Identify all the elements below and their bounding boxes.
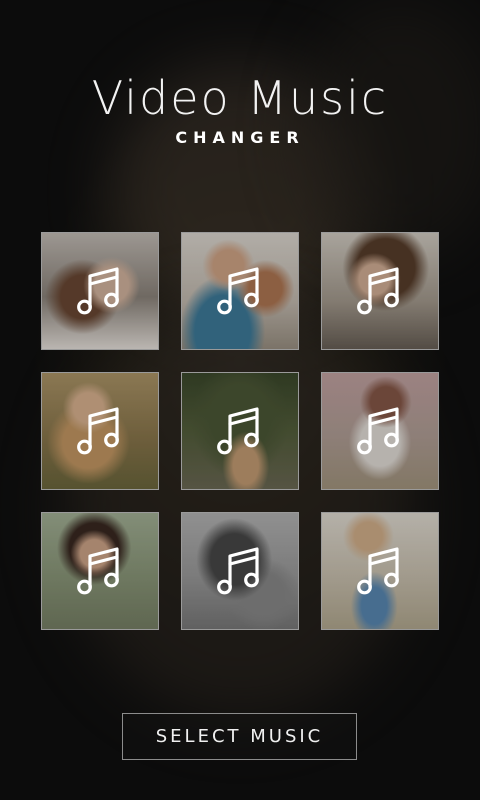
app-title: Video Music (91, 71, 389, 125)
music-tile[interactable] (181, 512, 299, 630)
music-tile[interactable] (41, 232, 159, 350)
music-tile[interactable] (321, 372, 439, 490)
music-note-icon (77, 407, 119, 455)
music-note-icon (217, 267, 259, 315)
music-tile[interactable] (41, 372, 159, 490)
music-tile[interactable] (181, 232, 299, 350)
music-note-icon (77, 547, 119, 595)
music-note-icon (357, 547, 399, 595)
music-tile[interactable] (41, 512, 159, 630)
music-note-icon (357, 407, 399, 455)
music-note-icon (217, 547, 259, 595)
app-screen: Video Music CHANGER SELECT MUSIC (0, 0, 480, 800)
music-tile[interactable] (181, 372, 299, 490)
music-note-icon (357, 267, 399, 315)
music-tile-grid (41, 232, 440, 631)
music-note-icon (217, 407, 259, 455)
music-note-icon (77, 267, 119, 315)
music-tile[interactable] (321, 232, 439, 350)
music-tile[interactable] (321, 512, 439, 630)
app-subtitle: CHANGER (175, 128, 305, 147)
select-music-button[interactable]: SELECT MUSIC (122, 713, 357, 760)
